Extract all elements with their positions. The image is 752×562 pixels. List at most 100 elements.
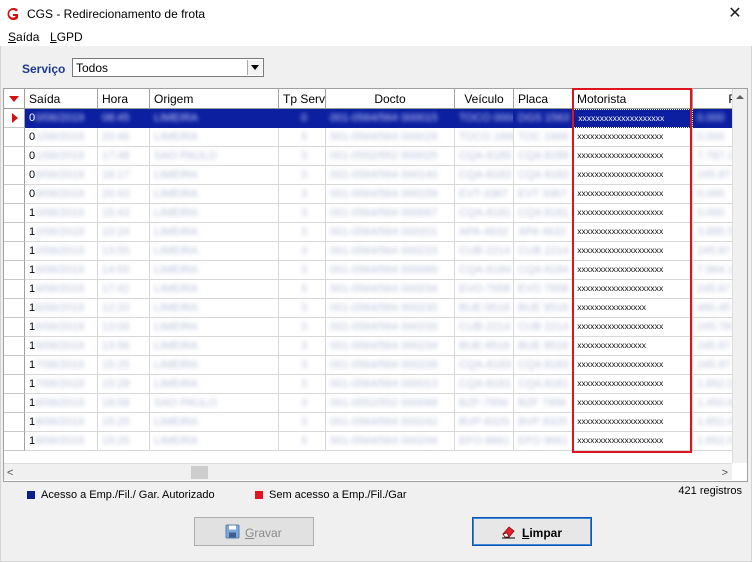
cell-placa[interactable]: BUE 9518 — [514, 299, 573, 318]
cell-saida[interactable]: 01/06/2019 — [25, 147, 98, 166]
cell-docto[interactable]: 001-0564/564 000244 — [326, 432, 455, 451]
cell-veiculo[interactable]: TOCO 1666 — [455, 128, 514, 147]
cell-hora[interactable]: 17:48 — [98, 147, 150, 166]
cell-veiculo[interactable]: CUB-2214 — [455, 318, 514, 337]
cell-docto[interactable]: 001-0564/564 000201 — [326, 223, 455, 242]
cell-motorista[interactable]: xxxxxxxxxxxxxxxxxxxx — [573, 109, 693, 128]
cell-origem[interactable]: SAO PAULO — [150, 147, 279, 166]
cell-saida[interactable]: 18/06/2019 — [25, 432, 98, 451]
col-motorista[interactable]: Motorista — [573, 89, 693, 109]
cell-hora[interactable]: 15:43 — [98, 204, 150, 223]
col-hora[interactable]: Hora — [98, 89, 150, 109]
cell-origem[interactable]: LIMEIRA — [150, 166, 279, 185]
table-row[interactable]: 17/06/2019 15:25 LIMEIRA 3 001-0564/564 0002… — [4, 356, 747, 375]
limpar-button[interactable]: Limpar — [472, 517, 592, 546]
cell-placa[interactable]: BUE 9518 — [514, 337, 573, 356]
cell-placa[interactable]: TOC 1666 — [514, 128, 573, 147]
vertical-scrollbar[interactable] — [732, 89, 747, 463]
cell-origem[interactable]: LIMEIRA — [150, 413, 279, 432]
cell-tp-serv[interactable]: 3 — [279, 337, 326, 356]
cell-docto[interactable]: 001-0564/564 000230 — [326, 299, 455, 318]
cell-origem[interactable]: LIMEIRA — [150, 261, 279, 280]
cell-motorista[interactable]: xxxxxxxxxxxxxxxxxxxx — [573, 242, 693, 261]
cell-saida[interactable]: 17/06/2019 — [25, 356, 98, 375]
row-indicator[interactable] — [4, 147, 25, 166]
cell-hora[interactable]: 10:24 — [98, 223, 150, 242]
cell-tp-serv[interactable]: 3 — [279, 432, 326, 451]
cell-origem[interactable]: LIMEIRA — [150, 299, 279, 318]
cell-docto[interactable]: 001-0564/564 000159 — [326, 185, 455, 204]
cell-hora[interactable]: 17:42 — [98, 280, 150, 299]
cell-saida[interactable]: 01/06/2019 — [25, 128, 98, 147]
current-row-indicator-icon[interactable] — [4, 109, 25, 128]
cell-veiculo[interactable]: EVO-7658 — [455, 280, 514, 299]
cell-motorista[interactable]: xxxxxxxxxxxxxxxxxxxx — [573, 413, 693, 432]
row-indicator[interactable] — [4, 413, 25, 432]
cell-placa[interactable]: CQA 8183 — [514, 356, 573, 375]
table-row[interactable]: 01/06/2019 20:46 LIMEIRA 3 001-0564/564 0000… — [4, 128, 747, 147]
cell-placa[interactable]: EFO 9661 — [514, 432, 573, 451]
cell-motorista[interactable]: xxxxxxxxxxxxxxxxxxxx — [573, 318, 693, 337]
cell-tp-serv[interactable]: 3 — [279, 128, 326, 147]
cell-hora[interactable]: 13:56 — [98, 337, 150, 356]
scroll-right-icon[interactable]: > — [722, 467, 728, 479]
row-indicator[interactable] — [4, 242, 25, 261]
cell-hora[interactable]: 15:25 — [98, 356, 150, 375]
cell-motorista[interactable]: xxxxxxxxxxxxxxxxxxxx — [573, 223, 693, 242]
col-veiculo[interactable]: Veículo — [455, 89, 514, 109]
cell-tp-serv[interactable]: 3 — [279, 242, 326, 261]
row-indicator[interactable] — [4, 356, 25, 375]
service-select[interactable]: Todos — [72, 58, 264, 77]
cell-motorista[interactable]: xxxxxxxxxxxxxxxxxxxx — [573, 185, 693, 204]
cell-saida[interactable]: 09/06/2019 — [25, 185, 98, 204]
close-icon[interactable]: ✕ — [718, 0, 752, 28]
cell-tp-serv[interactable]: 3 — [279, 394, 326, 413]
cell-tp-serv[interactable]: 3 — [279, 204, 326, 223]
cell-veiculo[interactable]: CQA-8189 — [455, 147, 514, 166]
cell-tp-serv[interactable]: 3 — [279, 356, 326, 375]
scroll-thumb[interactable] — [191, 466, 208, 479]
cell-docto[interactable]: 001-0552/552 000025 — [326, 147, 455, 166]
cell-veiculo[interactable]: CQA-8181 — [455, 204, 514, 223]
cell-hora[interactable]: 20:43 — [98, 185, 150, 204]
table-row[interactable]: 16/06/2019 13:56 LIMEIRA 3 001-0564/564 0002… — [4, 337, 747, 356]
cell-motorista[interactable]: xxxxxxxxxxxxxxxxxxxx — [573, 375, 693, 394]
table-row[interactable]: 01/06/2019 17:48 SAO PAULO 3 001-0552/552 00… — [4, 147, 747, 166]
table-row[interactable]: 18/06/2019 18:58 SAO PAULO 3 001-0552/552 00… — [4, 394, 747, 413]
cell-hora[interactable]: 13:55 — [98, 242, 150, 261]
cell-origem[interactable]: LIMEIRA — [150, 204, 279, 223]
cell-docto[interactable]: 001-0564/564 000242 — [326, 413, 455, 432]
cell-saida[interactable]: 16/06/2019 — [25, 318, 98, 337]
cell-veiculo[interactable]: CQA-8181 — [455, 375, 514, 394]
cell-motorista[interactable]: xxxxxxxxxxxxxxxxxxxx — [573, 261, 693, 280]
table-row[interactable]: 10/06/2019 15:43 LIMEIRA 3 001-0564/564 0000… — [4, 204, 747, 223]
cell-origem[interactable]: LIMEIRA — [150, 223, 279, 242]
cell-tp-serv[interactable]: 3 — [279, 318, 326, 337]
cell-motorista[interactable]: xxxxxxxxxxxxxxxxxxxx — [573, 432, 693, 451]
cell-origem[interactable]: LIMEIRA — [150, 242, 279, 261]
cell-tp-serv[interactable]: 3 — [279, 375, 326, 394]
table-row[interactable]: 08/06/2019 16:17 LIMEIRA 3 001-0564/564 0001… — [4, 166, 747, 185]
cell-motorista[interactable]: xxxxxxxxxxxxxxxxxxxx — [573, 166, 693, 185]
cell-tp-serv[interactable]: 3 — [279, 413, 326, 432]
horizontal-scrollbar[interactable]: < > — [4, 463, 732, 480]
table-row[interactable]: 13/06/2019 14:55 LIMEIRA 3 001-0564/564 0000… — [4, 261, 747, 280]
cell-placa[interactable]: EVO 7658 — [514, 280, 573, 299]
row-indicator[interactable] — [4, 375, 25, 394]
cell-placa[interactable]: CQA 8183 — [514, 166, 573, 185]
cell-docto[interactable]: 001-0564/564 000239 — [326, 356, 455, 375]
cell-docto[interactable]: 001-0564/564 000233 — [326, 318, 455, 337]
row-indicator[interactable] — [4, 280, 25, 299]
cell-saida[interactable]: 08/06/2019 — [25, 166, 98, 185]
table-row[interactable]: 09/06/2019 20:43 LIMEIRA 3 001-0564/564 0001… — [4, 185, 747, 204]
cell-saida[interactable]: 16/06/2019 — [25, 299, 98, 318]
cell-docto[interactable]: 001-0564/564 000013 — [326, 375, 455, 394]
cell-saida[interactable]: 17/06/2019 — [25, 375, 98, 394]
cell-saida[interactable]: 18/06/2019 — [25, 394, 98, 413]
cell-veiculo[interactable]: CQA-8183 — [455, 166, 514, 185]
cell-placa[interactable]: BVP 8325 — [514, 413, 573, 432]
cell-veiculo[interactable]: TOCO 0004 — [455, 109, 514, 128]
cell-veiculo[interactable]: CUB-2214 — [455, 242, 514, 261]
menu-lgpd[interactable]: LGPD — [50, 30, 83, 44]
cell-placa[interactable]: BZF 7956 — [514, 394, 573, 413]
